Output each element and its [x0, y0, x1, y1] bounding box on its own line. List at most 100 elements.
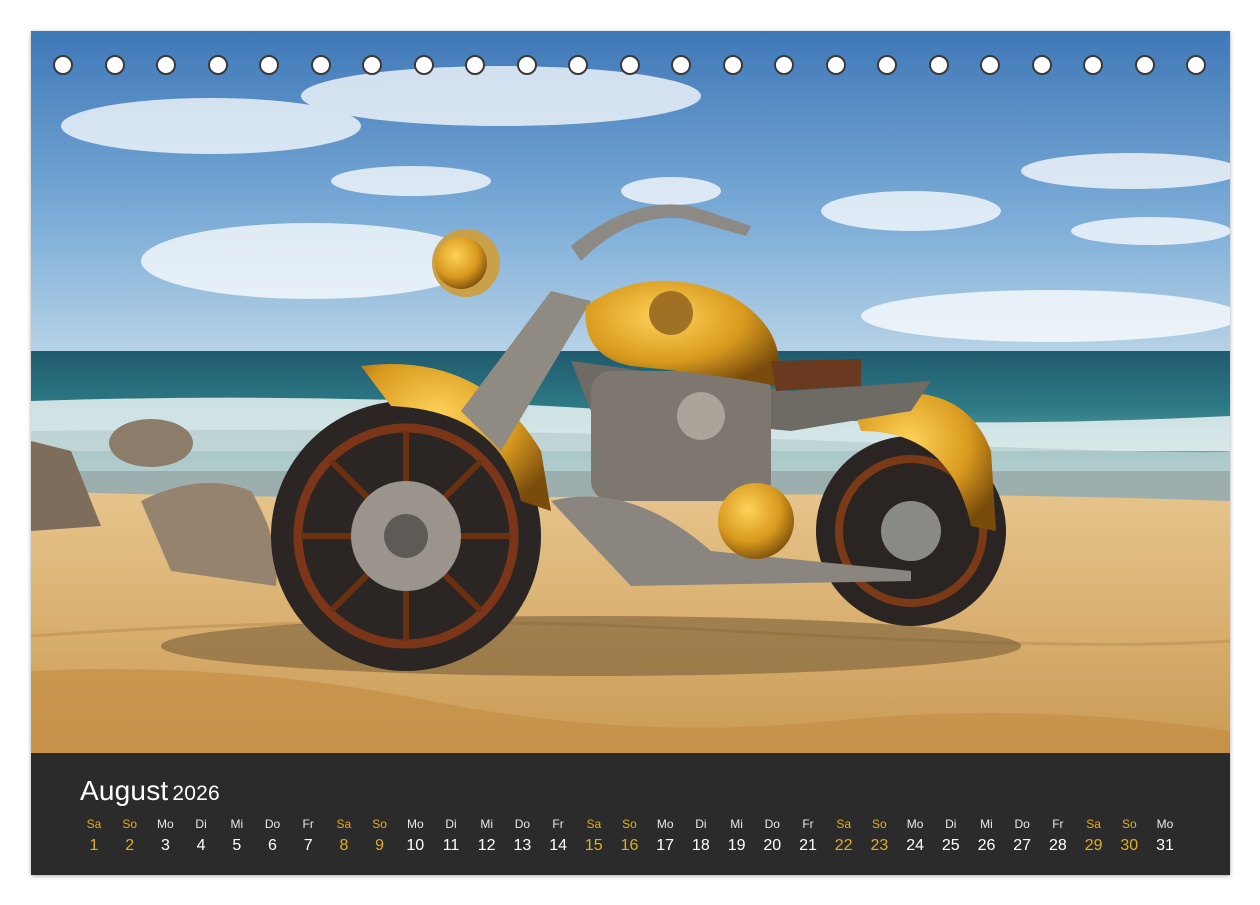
weekday-label: Mo	[157, 817, 174, 831]
day-number: 13	[513, 837, 532, 854]
day-cell: Mo 24	[897, 815, 933, 855]
day-cell: Di 11	[433, 815, 469, 855]
binding-hole	[722, 55, 743, 75]
weekday-label: Mo	[1156, 817, 1174, 831]
day-number: 15	[584, 837, 603, 854]
day-cell: Mo 17	[647, 815, 683, 855]
binding-hole	[362, 55, 382, 75]
weekday-label: Di	[445, 817, 457, 831]
weekday-label: So	[372, 817, 387, 831]
day-cell: Mi 19	[719, 815, 755, 855]
day-number: 10	[406, 837, 425, 854]
weekday-label: Fr	[1052, 817, 1064, 831]
weekday-label: So	[622, 817, 637, 831]
day-cell: Do 6	[255, 815, 291, 855]
binding-hole	[1083, 55, 1103, 75]
day-cell: Sa 1	[76, 815, 112, 855]
weekday-label: So	[122, 817, 138, 831]
binding-hole	[774, 55, 794, 75]
weekday-label: Do	[1014, 817, 1030, 831]
weekday-label: Mi	[230, 817, 244, 831]
day-cell: Sa 15	[576, 815, 612, 855]
day-number: 31	[1156, 837, 1174, 854]
day-cell: Do 20	[754, 815, 790, 855]
weekday-label: Sa	[1086, 817, 1101, 831]
day-cell: Fr 7	[290, 815, 326, 855]
day-cell: Di 18	[683, 815, 719, 855]
day-number: 20	[763, 837, 782, 854]
day-cell: So 2	[112, 815, 148, 855]
binding-hole	[259, 55, 279, 75]
day-number: 30	[1120, 837, 1139, 854]
binding-hole	[1031, 55, 1052, 75]
day-cell: Do 27	[1004, 815, 1040, 855]
month-name: August	[80, 775, 169, 806]
binding-hole	[568, 55, 588, 75]
binding-hole	[980, 55, 1000, 75]
binding-hole	[877, 55, 897, 75]
weekday-label: So	[872, 817, 887, 831]
binding-hole	[671, 55, 691, 75]
day-cell: Fr 21	[790, 815, 826, 855]
binding-hole	[1186, 55, 1206, 75]
weekday-label: Fr	[552, 817, 564, 831]
day-number: 23	[870, 837, 889, 854]
calendar-band: August 2026 Sa 1 So 2 Mo 3 Di 4 Mi 5 Do 6 Fr 7 Sa 8 So 9 Mo…	[31, 753, 1230, 875]
binding-hole	[413, 55, 434, 75]
binding-hole	[825, 55, 846, 75]
weekday-label: Do	[514, 817, 531, 831]
day-cell: Sa 29	[1076, 815, 1112, 855]
day-number: 17	[656, 837, 675, 854]
day-cell: Mi 5	[219, 815, 255, 855]
weekday-label: Mi	[980, 817, 993, 831]
day-cell: Sa 22	[826, 815, 862, 855]
binding-hole	[53, 55, 73, 75]
day-cell: So 23	[861, 815, 897, 855]
weekday-label: Sa	[586, 817, 602, 831]
day-number: 25	[941, 837, 960, 854]
day-number: 9	[375, 837, 385, 854]
binding-hole	[928, 55, 949, 75]
weekday-label: Mo	[406, 817, 424, 831]
weekday-label: Do	[264, 817, 281, 831]
day-number: 21	[799, 837, 817, 854]
weekday-label: Di	[945, 817, 957, 831]
weekday-label: Di	[695, 817, 707, 831]
day-number: 7	[303, 837, 313, 854]
day-number: 29	[1084, 837, 1103, 854]
day-cell: Do 13	[504, 815, 540, 855]
day-cell: Di 25	[933, 815, 969, 855]
binding-hole	[465, 55, 485, 75]
weekday-label: Mo	[906, 817, 924, 831]
day-cell: Sa 8	[326, 815, 362, 855]
day-number: 22	[834, 837, 853, 854]
day-cell: Mo 3	[147, 815, 183, 855]
day-number: 27	[1013, 837, 1032, 854]
day-number: 5	[232, 837, 242, 854]
calendar-page: August 2026 Sa 1 So 2 Mo 3 Di 4 Mi 5 Do 6 Fr 7 Sa 8 So 9 Mo…	[31, 31, 1230, 875]
day-cell: So 9	[362, 815, 398, 855]
day-cell: Di 4	[183, 815, 219, 855]
day-grid: Sa 1 So 2 Mo 3 Di 4 Mi 5 Do 6 Fr 7 Sa 8 So 9 Mo 10 Di 11 Mi 12 D…	[76, 815, 1206, 875]
day-number: 18	[691, 837, 710, 854]
day-cell: Fr 28	[1040, 815, 1076, 855]
day-number: 6	[268, 837, 277, 854]
day-number: 24	[906, 837, 924, 854]
binding-holes	[31, 55, 1230, 79]
day-number: 2	[125, 837, 135, 854]
day-cell: So 16	[612, 815, 648, 855]
day-number: 3	[160, 837, 170, 854]
weekday-label: So	[1121, 817, 1137, 831]
day-number: 11	[442, 837, 460, 854]
weekday-label: Sa	[336, 817, 352, 831]
day-number: 8	[339, 837, 349, 854]
binding-hole	[516, 55, 537, 75]
day-number: 26	[977, 837, 996, 854]
day-number: 28	[1048, 837, 1067, 854]
day-number: 19	[727, 837, 746, 854]
weekday-label: Sa	[86, 817, 102, 831]
day-cell: Mo 31	[1147, 815, 1183, 855]
weekday-label: Fr	[802, 817, 814, 831]
day-cell: Fr 14	[540, 815, 576, 855]
weekday-label: Di	[195, 817, 207, 831]
